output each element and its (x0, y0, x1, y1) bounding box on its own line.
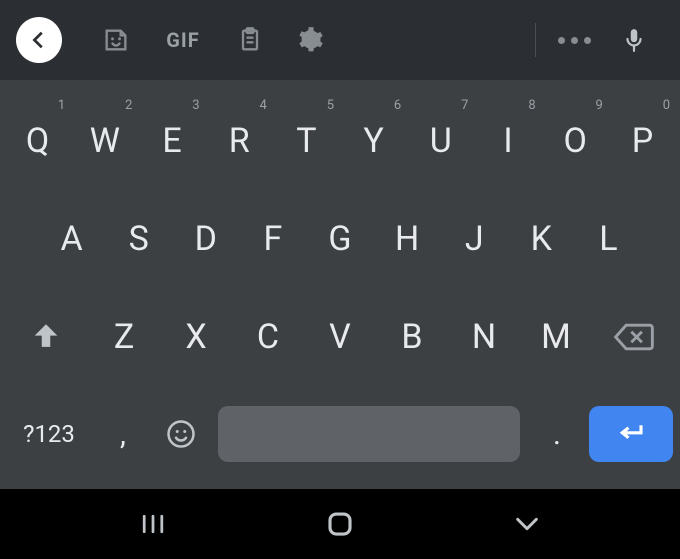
settings-gear-icon[interactable] (280, 26, 340, 54)
key-s[interactable]: S (105, 190, 172, 288)
shift-key[interactable] (4, 288, 88, 386)
key-row-4: ?123 , . (0, 386, 680, 482)
key-n[interactable]: N (448, 288, 520, 386)
key-b[interactable]: B (376, 288, 448, 386)
nav-recent-button[interactable] (123, 494, 183, 554)
key-g[interactable]: G (306, 190, 373, 288)
nav-home-button[interactable] (310, 494, 370, 554)
key-row-1: Q1W2E3R4T5Y6U7I8O9P0 (0, 92, 680, 190)
key-h[interactable]: H (374, 190, 441, 288)
key-y[interactable]: Y6 (340, 92, 407, 190)
nav-bar (0, 489, 680, 559)
key-v[interactable]: V (304, 288, 376, 386)
space-key[interactable] (218, 406, 520, 462)
key-e[interactable]: E3 (138, 92, 205, 190)
key-j[interactable]: J (441, 190, 508, 288)
key-m[interactable]: M (520, 288, 592, 386)
key-w[interactable]: W2 (71, 92, 138, 190)
key-d[interactable]: D (172, 190, 239, 288)
toolbar-back-button[interactable] (16, 17, 62, 63)
sticker-icon[interactable] (86, 26, 146, 54)
backspace-key[interactable] (592, 288, 676, 386)
key-c[interactable]: C (232, 288, 304, 386)
key-i[interactable]: I8 (474, 92, 541, 190)
toolbar-separator (535, 23, 536, 57)
key-o[interactable]: O9 (542, 92, 609, 190)
key-p[interactable]: P0 (609, 92, 676, 190)
keyboard-toolbar: GIF (0, 0, 680, 80)
more-icon[interactable] (544, 37, 604, 44)
symbols-key[interactable]: ?123 (4, 386, 94, 482)
mic-icon[interactable] (604, 27, 664, 53)
keyboard: Q1W2E3R4T5Y6U7I8O9P0 ASDFGHJKL ZXCVBNM ?… (0, 80, 680, 489)
emoji-key[interactable] (152, 386, 210, 482)
clipboard-icon[interactable] (220, 26, 280, 54)
key-q[interactable]: Q1 (4, 92, 71, 190)
key-u[interactable]: U7 (407, 92, 474, 190)
key-a[interactable]: A (38, 190, 105, 288)
key-z[interactable]: Z (88, 288, 160, 386)
nav-back-button[interactable] (497, 494, 557, 554)
key-row-2: ASDFGHJKL (0, 190, 680, 288)
key-f[interactable]: F (239, 190, 306, 288)
gif-button[interactable]: GIF (146, 28, 220, 52)
key-t[interactable]: T5 (273, 92, 340, 190)
key-row-3: ZXCVBNM (0, 288, 680, 386)
period-key[interactable]: . (528, 386, 586, 482)
enter-key[interactable] (586, 386, 676, 482)
comma-key[interactable]: , (94, 386, 152, 482)
key-l[interactable]: L (575, 190, 642, 288)
key-r[interactable]: R4 (206, 92, 273, 190)
key-k[interactable]: K (508, 190, 575, 288)
key-x[interactable]: X (160, 288, 232, 386)
